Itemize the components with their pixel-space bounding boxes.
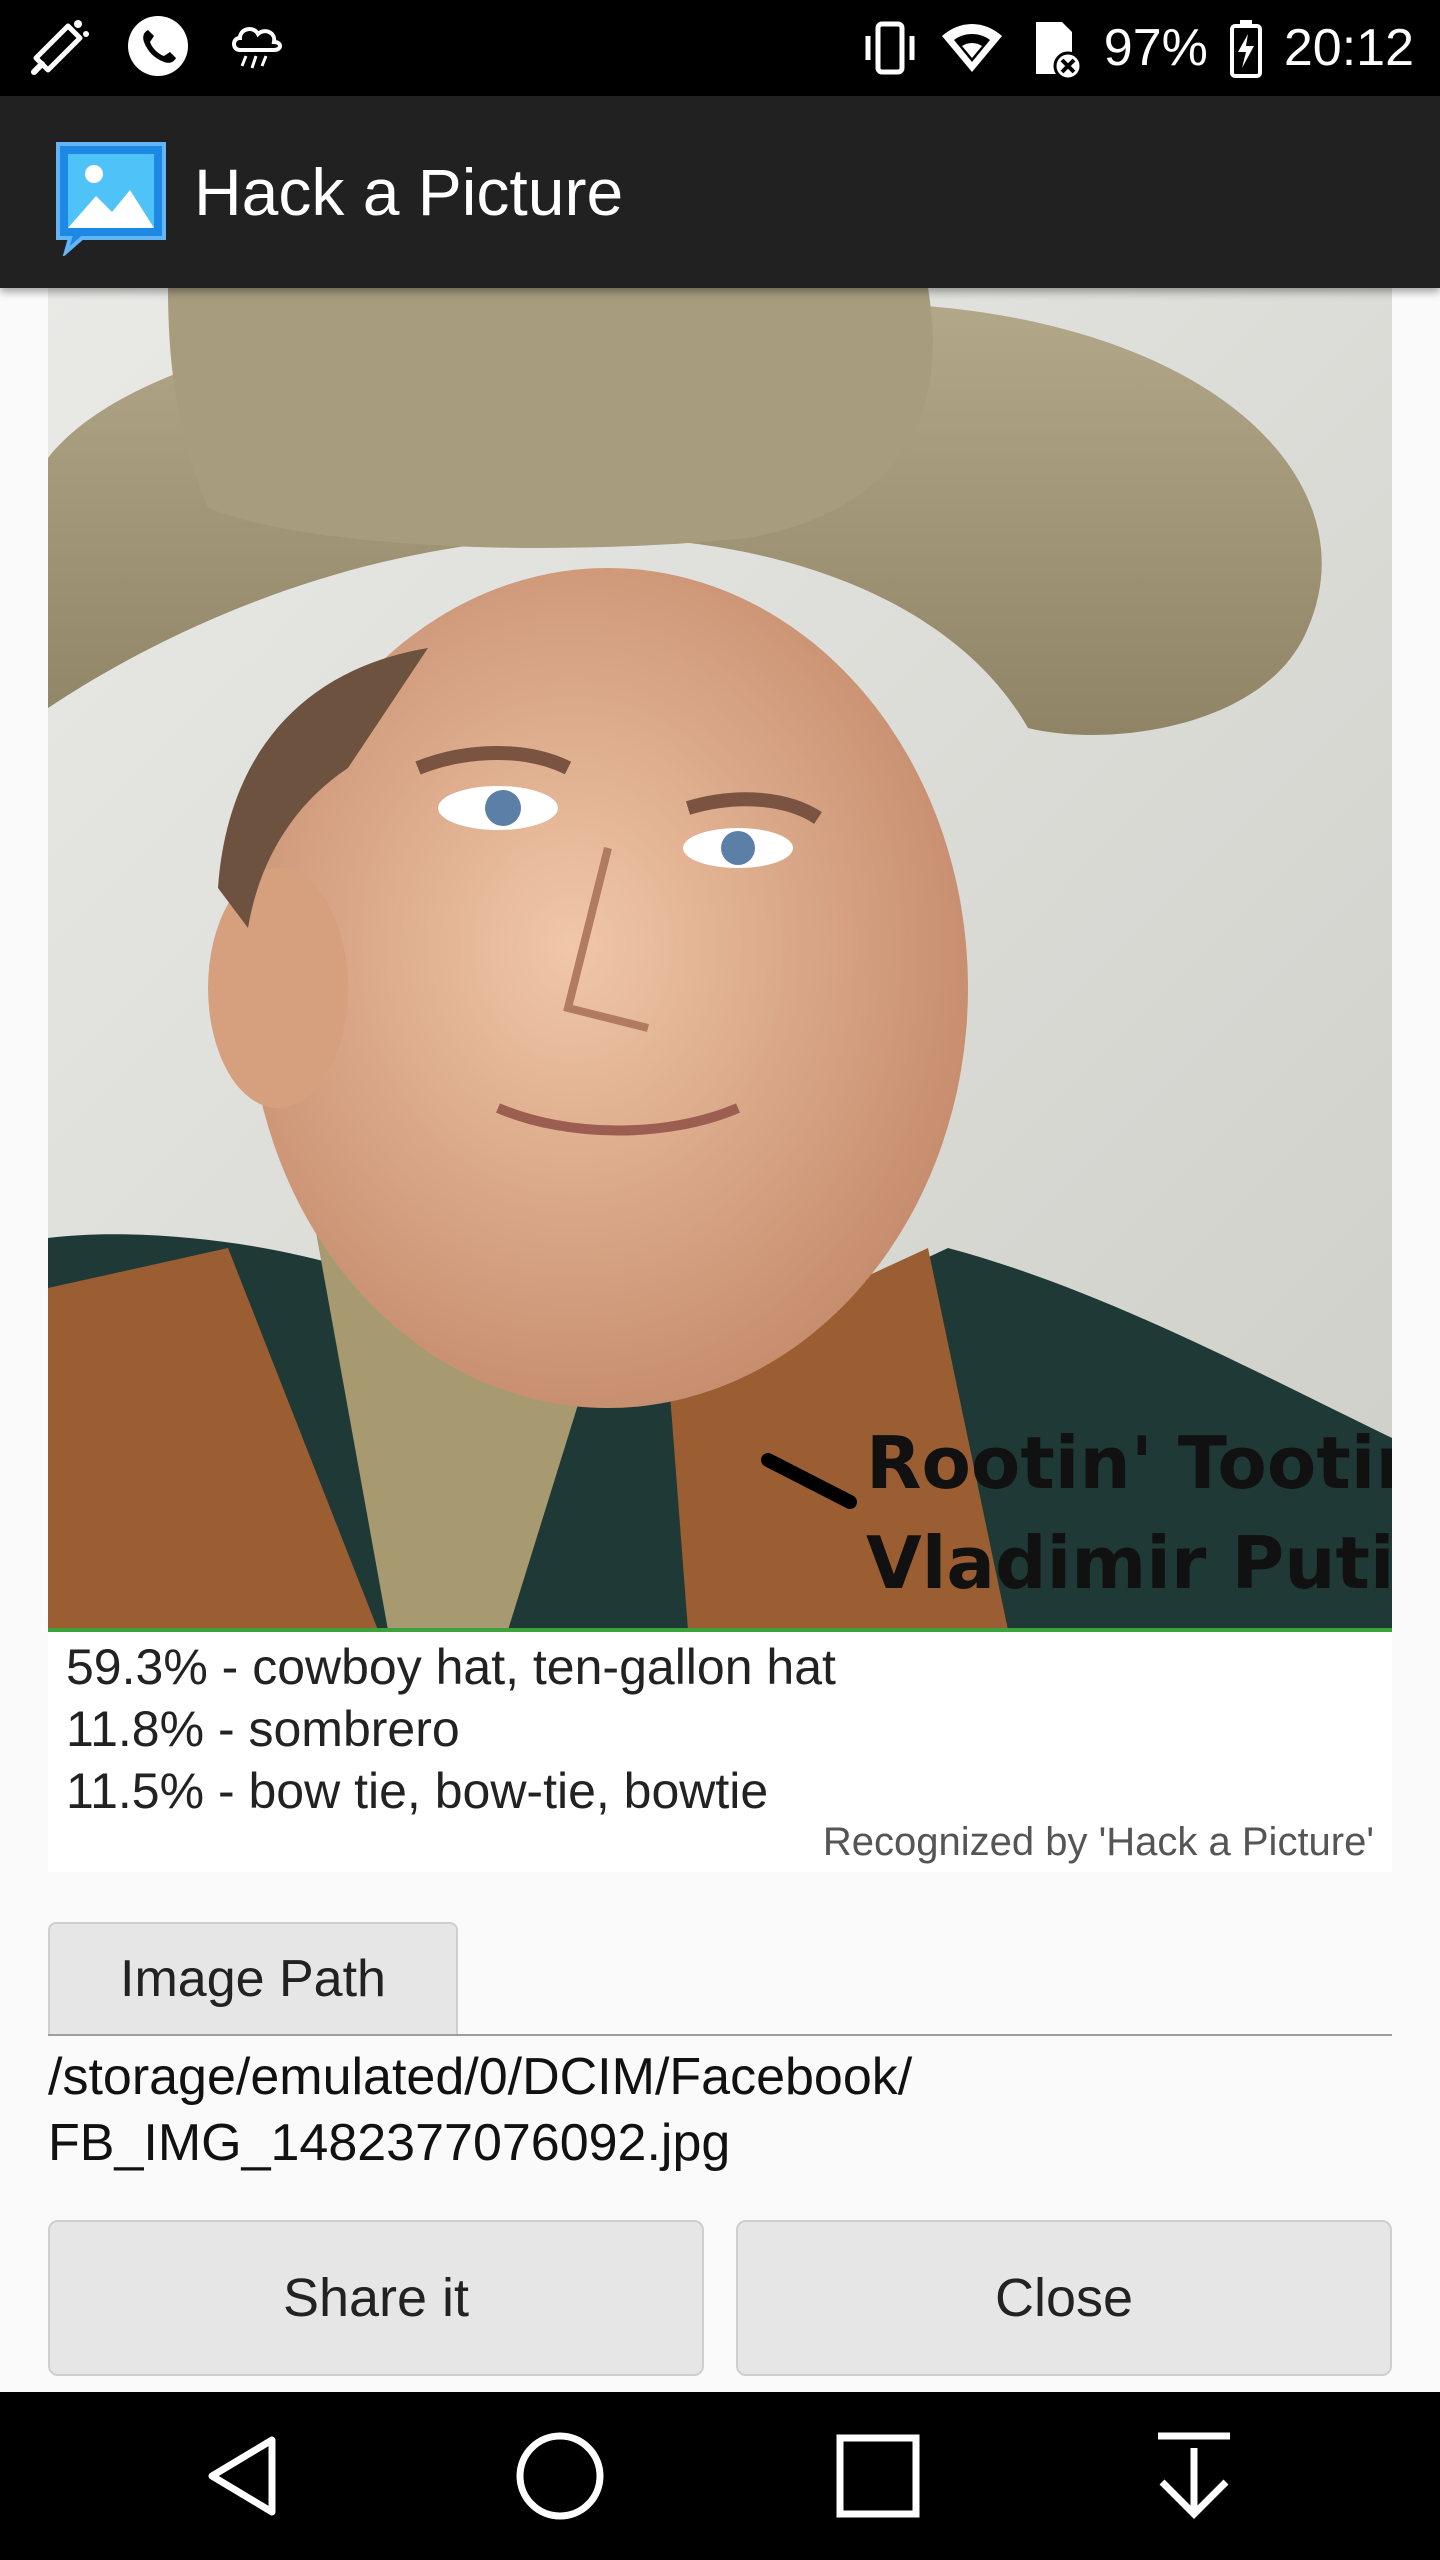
photo-caption-line1: Rootin' Tootin' [866, 1421, 1392, 1505]
system-status: 97% 20:12 [858, 10, 1414, 86]
battery-percent: 97% [1103, 19, 1208, 77]
phone-icon [128, 16, 188, 76]
screen: 97% 20:12 Hack a Picture Rootin' Tootin'… [0, 0, 1440, 2560]
vibrate-icon [865, 21, 915, 75]
recognized-photo: Rootin' Tootin' Vladimir Putin [48, 288, 1392, 1630]
notification-icons [28, 14, 288, 78]
battery-charging-icon [1229, 20, 1262, 78]
image-path-text: /storage/emulated/0/DCIM/Facebook/ FB_IM… [48, 2044, 1392, 2176]
app-bar: Hack a Picture [0, 96, 1440, 288]
result-item: 59.3% - cowboy hat, ten-gallon hat [66, 1639, 836, 1695]
recognition-results: 59.3% - cowboy hat, ten-gallon hat 11.8%… [48, 1632, 1392, 1872]
image-path-line1: /storage/emulated/0/DCIM/Facebook/ [48, 2048, 913, 2106]
image-path-tab[interactable]: Image Path [48, 1922, 458, 2034]
wifi-icon [941, 24, 1002, 72]
home-button[interactable] [510, 2426, 610, 2526]
image-path-line2: FB_IMG_1482377076092.jpg [48, 2114, 731, 2172]
photo-caption-line2: Vladimir Putin [866, 1521, 1392, 1605]
sd-card-error-icon [1035, 22, 1083, 80]
home-icon [516, 2432, 604, 2520]
megaphone-icon [31, 20, 89, 75]
status-bar: 97% 20:12 [0, 0, 1440, 96]
recents-button[interactable] [828, 2426, 928, 2526]
download-icon [1158, 2432, 1230, 2519]
close-button[interactable]: Close [736, 2220, 1392, 2376]
result-item: 11.8% - sombrero [66, 1701, 460, 1757]
back-button[interactable] [194, 2426, 294, 2526]
result-item: 11.5% - bow tie, bow-tie, bowtie [66, 1763, 769, 1819]
app-title: Hack a Picture [194, 155, 624, 229]
download-button[interactable] [1144, 2426, 1244, 2526]
rain-cloud-icon [232, 27, 282, 69]
recognized-by-credit: Recognized by 'Hack a Picture' [822, 1820, 1374, 1864]
clock: 20:12 [1283, 19, 1414, 77]
share-button[interactable]: Share it [48, 2220, 704, 2376]
tab-divider [48, 2034, 1392, 2036]
picture-icon [56, 142, 166, 256]
recents-icon [836, 2434, 920, 2518]
back-icon [208, 2436, 276, 2516]
navigation-bar [0, 2392, 1440, 2560]
content: Rootin' Tootin' Vladimir Putin 59.3% - c… [0, 288, 1440, 2392]
